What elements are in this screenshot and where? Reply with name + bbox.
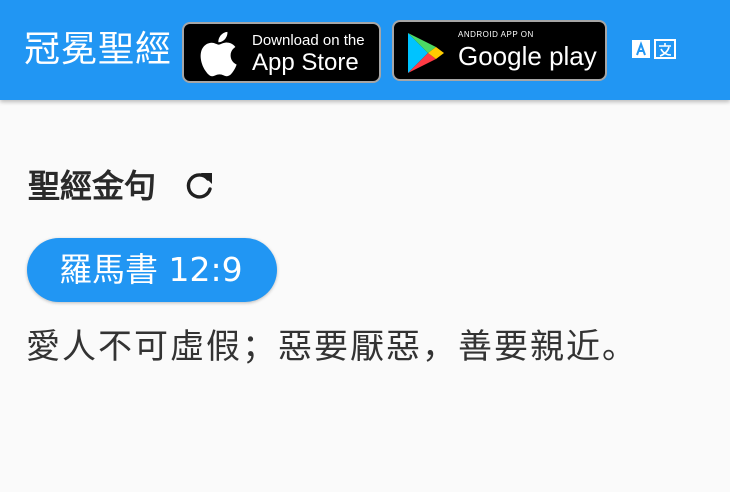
refresh-button[interactable] bbox=[182, 169, 216, 203]
app-store-badge[interactable]: Download on the App Store bbox=[182, 22, 381, 83]
app-store-big-text: App Store bbox=[252, 49, 359, 76]
refresh-icon bbox=[186, 173, 213, 199]
section-title: 聖經金句 bbox=[28, 167, 157, 205]
google-play-badge[interactable]: ANDROID APP ON Google play bbox=[392, 20, 607, 81]
google-play-big-text: Google play bbox=[458, 41, 597, 71]
app-bar: 冠冕聖經 Download on the App Store ANDROID A… bbox=[0, 0, 730, 100]
google-play-icon bbox=[408, 33, 444, 73]
section-header: 聖經金句 bbox=[28, 164, 216, 208]
verse-reference-chip[interactable]: 羅馬書 12:9 bbox=[27, 238, 277, 302]
verse-text: 愛人不可虛假；惡要厭惡，善要親近。 bbox=[26, 327, 638, 367]
app-store-small-text: Download on the bbox=[252, 32, 365, 49]
google-play-small-text: ANDROID APP ON bbox=[458, 30, 534, 39]
apple-icon bbox=[200, 31, 237, 77]
translate-icon bbox=[632, 39, 676, 59]
translate-button[interactable] bbox=[631, 37, 677, 61]
app-title[interactable]: 冠冕聖經 bbox=[24, 28, 172, 72]
